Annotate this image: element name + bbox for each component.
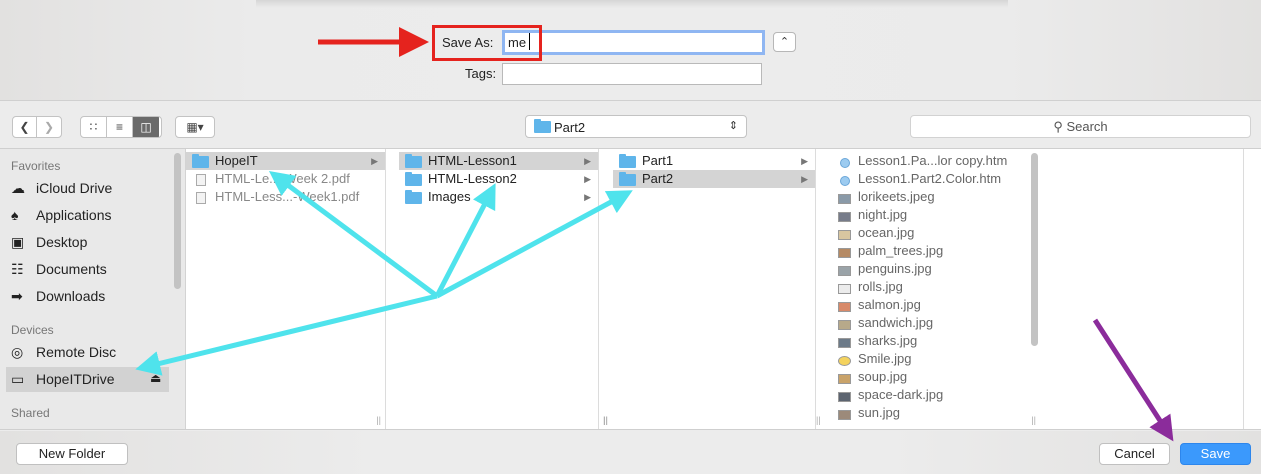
- cyan-arrows: [135, 171, 633, 376]
- purple-arrow: [1092, 318, 1174, 442]
- cyan-arrow-to-drive: [135, 293, 438, 376]
- cyan-arrow-to-hopeit: [268, 171, 439, 299]
- annotation-overlay: [135, 27, 1174, 442]
